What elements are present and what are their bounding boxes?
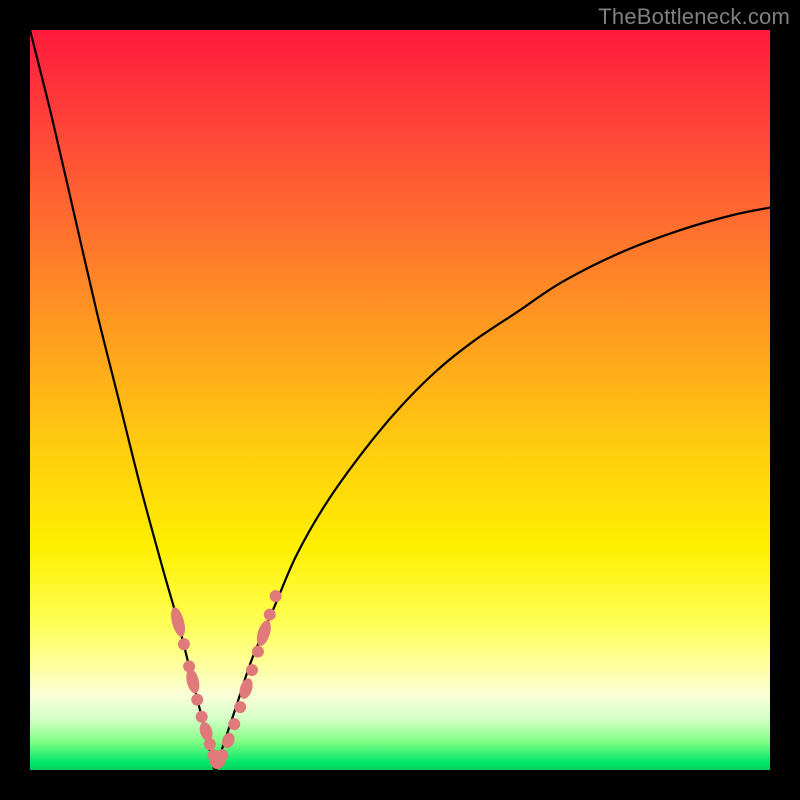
bead	[254, 619, 274, 648]
bead	[177, 637, 192, 652]
bottleneck-curve	[30, 30, 770, 770]
bead-group	[168, 589, 283, 772]
chart-frame: TheBottleneck.com	[0, 0, 800, 800]
bead	[194, 709, 209, 724]
bead	[262, 607, 277, 622]
watermark-text: TheBottleneck.com	[598, 4, 790, 30]
bead	[190, 692, 205, 707]
curve-layer	[30, 30, 770, 770]
bead	[168, 606, 187, 638]
plot-area	[30, 30, 770, 770]
